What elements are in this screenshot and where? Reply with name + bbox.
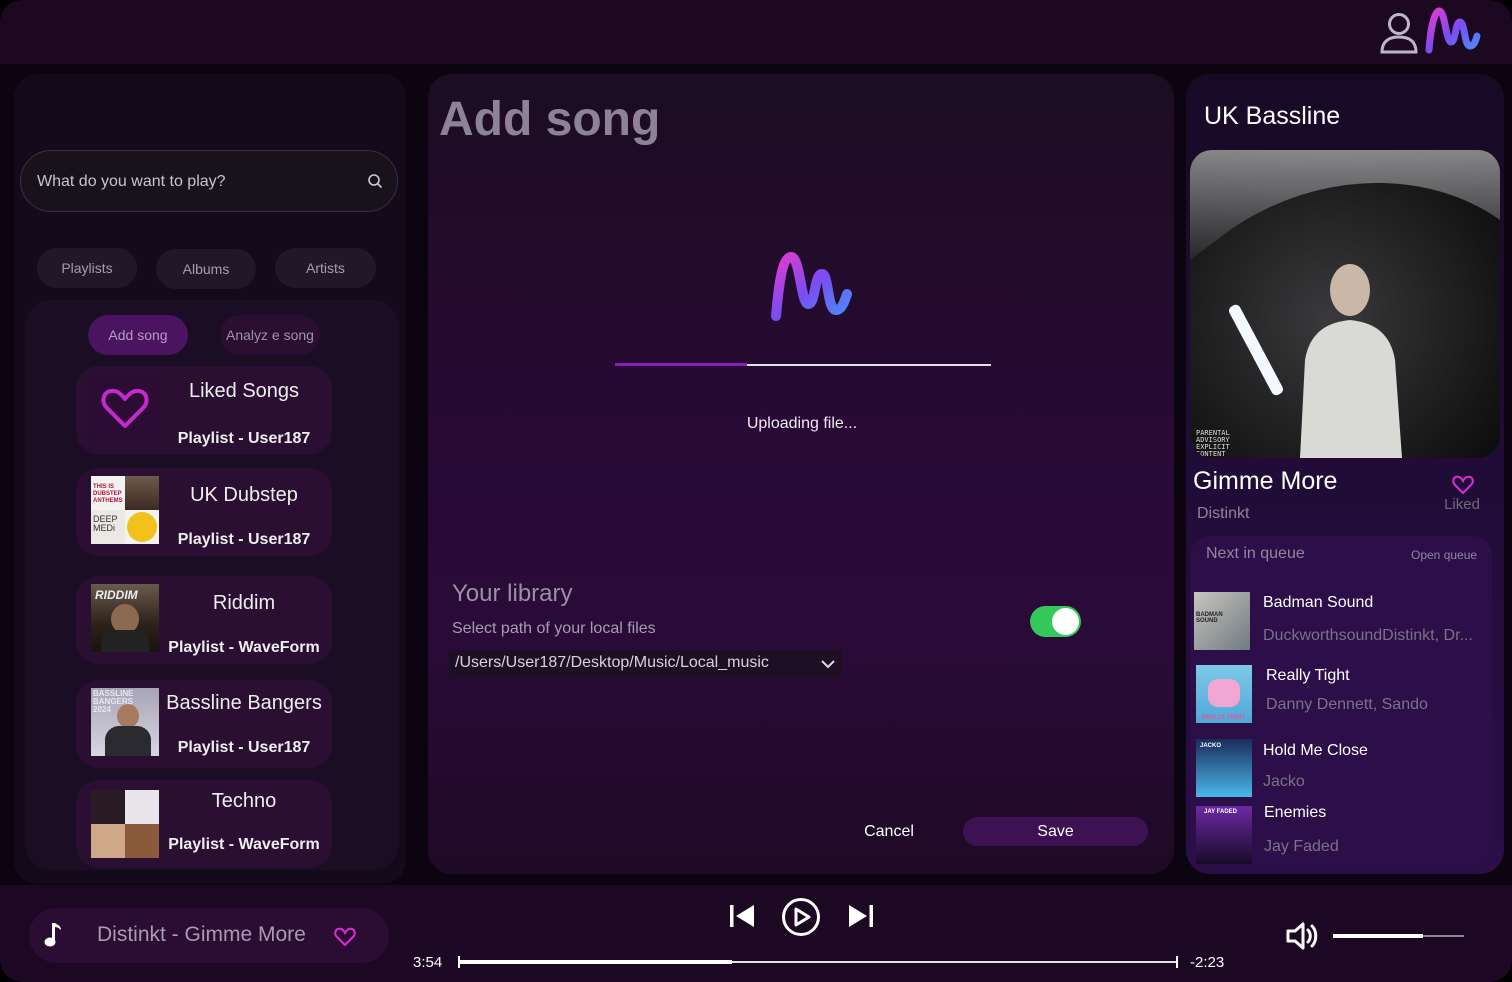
album-art [125,476,159,510]
playlist-item-uk-dubstep[interactable]: THIS IS DUBSTEP ANTHEMS DEEP MEDi UK Dub… [76,468,332,556]
queue-song-artist: DuckworthsoundDistinkt, Dr... [1263,627,1473,644]
queue-thumb: JACKO [1196,739,1252,797]
now-playing-pill[interactable]: Distinkt - Gimme More [29,908,389,963]
queue-song-title: Really Tight [1266,667,1350,684]
queue-thumb: REALLY TIGHT [1196,665,1252,723]
thumb-text: BADMAN SOUND [1196,612,1223,624]
top-bar [0,0,1512,64]
upload-progress-fill [615,363,747,366]
app-window: Playlists Albums Artists Add song Analyz… [0,0,1512,982]
remaining-time: -2:23 [1190,954,1225,971]
analyze-song-button[interactable]: Analyz e song [220,315,320,355]
thumb-text: REALLY TIGHT [1202,715,1246,721]
playlist-subtitle: Playlist - User187 [177,531,311,548]
thumb-text: JAY FADED [1204,809,1238,815]
playlist-cover [91,374,159,442]
album-art [125,824,159,858]
heart-icon[interactable] [1452,475,1474,495]
album-cover: PARENTAL ADVISORY EXPLICIT CONTENT [1190,150,1500,458]
album-art [91,824,125,858]
playlist-subtitle: Playlist - WaveForm [168,836,320,853]
playlist-subtitle: Playlist - WaveForm [168,639,320,656]
current-playlist-title: UK Bassline [1204,102,1341,130]
search-input[interactable] [35,151,349,212]
liked-label: Liked [1444,496,1480,513]
queue-song-title: Enemies [1264,804,1327,821]
next-icon[interactable] [846,902,876,930]
seek-start-tick [458,956,460,968]
heart-icon[interactable] [334,927,356,947]
playlist-item-liked-songs[interactable]: Liked Songs Playlist - User187 [76,366,332,454]
album-art [91,790,125,824]
playlist-item-bassline-bangers[interactable]: BASSLINE BANGERS 2024 Bassline Bangers P… [76,680,332,768]
filter-playlists[interactable]: Playlists [37,248,137,288]
seek-end-tick [1176,956,1178,968]
page-title: Add song [439,93,661,146]
elapsed-time: 3:54 [413,954,443,971]
filter-albums[interactable]: Albums [156,249,256,289]
playlist-cover: RIDDIM [91,584,159,652]
logo-icon [771,252,852,321]
path-value: /Users/User187/Desktop/Music/Local_music [455,654,769,671]
upload-status: Uploading file... [746,415,858,432]
path-select[interactable]: /Users/User187/Desktop/Music/Local_music [449,650,842,678]
filter-artists[interactable]: Artists [275,248,376,288]
library-subheading: Select path of your local files [452,620,656,637]
playlist-cover: BASSLINE BANGERS 2024 [91,688,159,756]
playlist-subtitle: Playlist - User187 [177,739,311,756]
playlist-title: UK Dubstep [190,484,298,506]
logo-icon[interactable] [1424,6,1482,54]
music-note-icon [44,923,61,947]
queue-song-title: Hold Me Close [1263,742,1368,759]
library-heading: Your library [452,580,573,607]
queue-song-artist: Danny Dennett, Sando [1266,696,1428,713]
playlist-title: Bassline Bangers [166,692,322,714]
seek-progress [459,960,732,964]
current-song-artist[interactable]: Distinkt [1197,505,1249,523]
playlist-item-riddim[interactable]: RIDDIM Riddim Playlist - WaveForm [76,576,332,664]
album-art: DEEP MEDi [91,510,125,544]
playlist-cover: THIS IS DUBSTEP ANTHEMS DEEP MEDi [91,476,159,544]
parental-advisory-label: PARENTAL ADVISORY EXPLICIT CONTENT [1196,429,1230,458]
volume-icon[interactable] [1285,920,1321,952]
open-queue-link[interactable]: Open queue [1411,548,1477,562]
playlist-subtitle: Playlist - User187 [177,430,311,447]
thumb-text: JACKO [1200,743,1222,749]
search-bar[interactable] [20,150,398,212]
add-song-panel [428,74,1174,874]
queue-song-title: Badman Sound [1263,594,1374,611]
cancel-button[interactable]: Cancel [850,818,928,846]
add-song-button[interactable]: Add song [88,315,188,355]
playlist-title: Techno [211,790,277,812]
play-icon[interactable] [780,896,822,938]
current-song-title: Gimme More [1193,467,1338,495]
local-files-toggle[interactable] [1030,606,1081,637]
album-art-text: RIDDIM [95,588,138,602]
playlist-title: Riddim [212,592,276,614]
save-button[interactable]: Save [963,817,1148,846]
album-art [125,510,159,544]
queue-song-artist: Jacko [1263,773,1305,790]
album-art [125,790,159,824]
heart-icon [101,388,149,428]
queue-song-artist: Jay Faded [1264,838,1339,855]
user-icon[interactable] [1378,10,1420,54]
queue-thumb: BADMAN SOUND [1194,592,1250,650]
volume-level [1333,934,1423,938]
queue-heading: Next in queue [1206,545,1305,562]
toggle-knob [1052,608,1079,635]
previous-icon[interactable] [727,902,757,930]
chevron-down-icon[interactable] [820,657,836,671]
playlist-item-techno[interactable]: Techno Playlist - WaveForm [76,780,332,868]
now-playing-label: Distinkt - Gimme More [97,923,306,946]
queue-thumb: JAY FADED [1196,806,1252,864]
album-art: THIS IS DUBSTEP ANTHEMS [91,476,125,510]
playlist-title: Liked Songs [188,380,300,402]
playlist-cover [91,790,159,858]
search-icon[interactable] [367,173,383,189]
